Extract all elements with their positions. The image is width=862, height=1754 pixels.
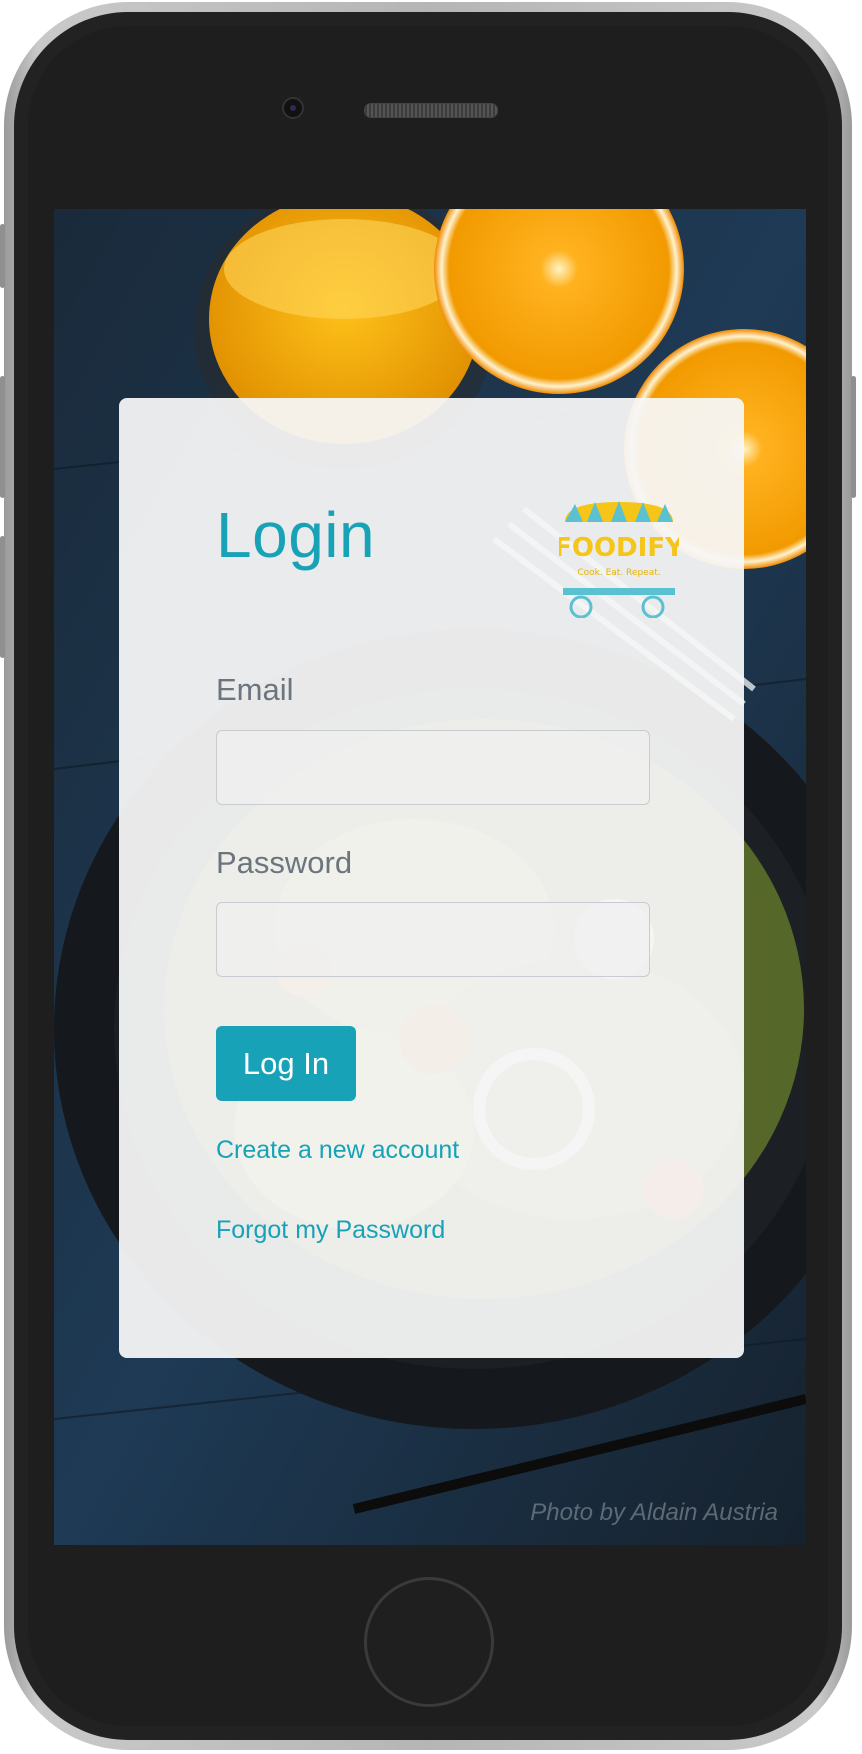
- foodify-logo: FOODIFY Cook. Eat. Repeat.: [559, 501, 679, 618]
- front-camera: [282, 97, 304, 119]
- home-button[interactable]: [364, 1577, 494, 1707]
- password-input[interactable]: [216, 902, 650, 977]
- mute-switch: [0, 224, 5, 288]
- forgot-password-link[interactable]: Forgot my Password: [216, 1216, 445, 1245]
- email-label: Email: [216, 672, 294, 707]
- login-card: Login FOODIFY Cook. Eat. Repeat. Email P…: [119, 398, 744, 1358]
- page-title: Login: [216, 499, 376, 571]
- photo-credit: Photo by Aldain Austria: [530, 1499, 778, 1526]
- log-in-button[interactable]: Log In: [216, 1026, 356, 1101]
- svg-text:Cook. Eat. Repeat.: Cook. Eat. Repeat.: [577, 568, 660, 578]
- create-account-link[interactable]: Create a new account: [216, 1136, 459, 1165]
- volume-up-button: [0, 376, 5, 498]
- password-label: Password: [216, 845, 353, 880]
- volume-down-button: [0, 536, 5, 658]
- earpiece-speaker: [364, 103, 498, 118]
- app-screen: Login FOODIFY Cook. Eat. Repeat. Email P…: [54, 209, 806, 1545]
- power-button: [851, 376, 856, 498]
- email-input[interactable]: [216, 730, 650, 805]
- svg-text:FOODIFY: FOODIFY: [559, 533, 679, 563]
